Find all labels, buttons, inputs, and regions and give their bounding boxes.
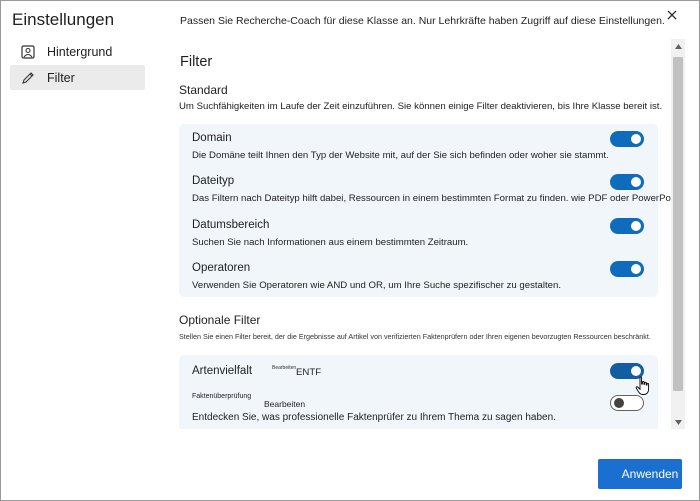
settings-dialog: Einstellungen Hintergrund Filter Passen …	[0, 0, 700, 501]
filter-description-domain: Die Domäne teilt Ihnen den Typ der Websi…	[192, 150, 609, 161]
sidebar: Einstellungen Hintergrund Filter	[1, 1, 157, 500]
apply-button-label: Anwenden	[621, 467, 679, 481]
filter-title-domain: Domain	[192, 132, 232, 144]
filter-title-artenvielfalt: Artenvielfalt	[192, 365, 253, 377]
scroll-down-arrow-icon[interactable]	[671, 415, 685, 429]
sidebar-item-label: Hintergrund	[47, 44, 113, 59]
filter-description-dateityp: Das Filtern nach Dateityp hilft dabei, R…	[192, 193, 671, 204]
toggle-dateityp[interactable]	[610, 174, 644, 190]
scrollbar-thumb[interactable]	[673, 57, 683, 391]
section-heading-optional: Optionale Filter	[179, 313, 261, 327]
filter-panel: Filter Standard Um Suchfähigkeiten im La…	[167, 39, 671, 429]
optional-filters-card: Artenvielfalt Bearbeiten ENTF Faktenüber…	[179, 355, 658, 429]
filter-title-dateityp: Dateityp	[192, 175, 235, 187]
filter-title-operatoren: Operatoren	[192, 262, 251, 274]
toggle-domain[interactable]	[610, 131, 644, 147]
section-description-standard: Um Suchfähigkeiten im Laufe der Zeit ein…	[179, 101, 663, 112]
filter-title-datumsbereich: Datumsbereich	[192, 219, 270, 231]
standard-filters-card: Domain Die Domäne teilt Ihnen den Typ de…	[179, 124, 671, 297]
dialog-title: Einstellungen	[12, 10, 115, 29]
apply-button[interactable]: Anwenden	[598, 459, 682, 489]
toggle-operatoren[interactable]	[610, 261, 644, 277]
pencil-icon	[20, 70, 36, 86]
edit-link-faktenueberpruefung[interactable]: Bearbeiten	[264, 399, 305, 409]
filter-description-datumsbereich: Suchen Sie nach Informationen aus einem …	[192, 237, 469, 248]
image-icon	[20, 44, 36, 60]
panel-title: Filter	[180, 54, 213, 70]
panel-scrollbar[interactable]	[671, 39, 685, 429]
edit-link-artenvielfalt[interactable]: Bearbeiten	[272, 365, 296, 371]
toggle-faktenueberpruefung[interactable]	[610, 395, 644, 411]
close-icon	[666, 8, 678, 26]
hand-cursor-icon	[635, 376, 651, 396]
section-description-optional: Stellen Sie einen Filter bereit, der die…	[179, 332, 651, 341]
filter-description-faktenueberpruefung: Entdecken Sie, was professionelle Fakten…	[192, 412, 556, 423]
sidebar-item-label: Filter	[47, 70, 75, 85]
header-description: Passen Sie Recherche-Coach für diese Kla…	[180, 15, 665, 27]
toggle-datumsbereich[interactable]	[610, 218, 644, 234]
filter-title-faktenueberpruefung: Faktenüberprüfung	[192, 393, 252, 400]
sidebar-item-hintergrund[interactable]: Hintergrund	[10, 39, 145, 64]
delete-link-artenvielfalt[interactable]: ENTF	[296, 367, 321, 378]
filter-description-operatoren: Verwenden Sie Operatoren wie AND und OR,…	[192, 280, 562, 291]
scroll-up-arrow-icon[interactable]	[671, 39, 685, 53]
section-heading-standard: Standard	[179, 83, 228, 97]
close-button[interactable]	[660, 5, 684, 29]
sidebar-item-filter[interactable]: Filter	[10, 65, 145, 90]
